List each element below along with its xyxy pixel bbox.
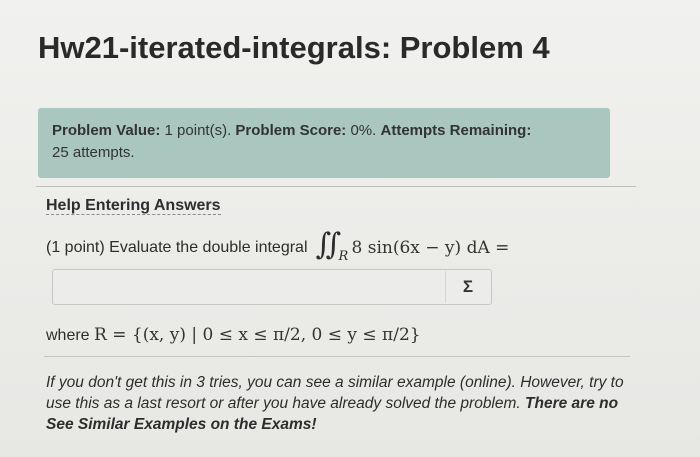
problem-value: 1 point(s). <box>164 122 232 139</box>
answer-input[interactable] <box>52 269 492 305</box>
hint-note: If you don't get this in 3 tries, you ca… <box>46 372 646 435</box>
double-integral-symbol: ∫ ∫ R <box>315 227 349 264</box>
problem-score-label: Problem Score: <box>235 122 347 139</box>
problem-value-label: Problem Value: <box>52 122 161 139</box>
attempts-remaining-label: Attempts Remaining: <box>380 122 532 139</box>
region-definition: R = {(x, y) | 0 ≤ x ≤ π/2, 0 ≤ y ≤ π/2} <box>94 325 421 345</box>
page-title: Hw21-iterated-integrals: Problem 4 <box>38 30 550 65</box>
question-prefix: (1 point) Evaluate the double integral <box>46 239 308 256</box>
help-entering-answers-link[interactable]: Help Entering Answers <box>46 197 221 215</box>
problem-score: 0%. <box>350 122 377 139</box>
question-text: (1 point) Evaluate the double integral ∫… <box>46 227 510 264</box>
equation-editor-button[interactable]: Σ <box>445 271 490 303</box>
attempts-remaining: 25 attempts. <box>52 144 135 161</box>
region-definition-line: where R = {(x, y) | 0 ≤ x ≤ π/2, 0 ≤ y ≤… <box>46 325 421 345</box>
problem-page: Hw21-iterated-integrals: Problem 4 Probl… <box>0 0 700 457</box>
integrand: 8 sin(6x − y) dA = <box>351 238 510 258</box>
divider-2 <box>44 356 630 357</box>
where-prefix: where <box>46 327 90 344</box>
help-link-label: Help Entering Answers <box>46 197 221 215</box>
integral-region: R <box>338 249 349 264</box>
problem-status-box: Problem Value: 1 point(s). Problem Score… <box>38 108 610 178</box>
divider <box>36 186 636 187</box>
